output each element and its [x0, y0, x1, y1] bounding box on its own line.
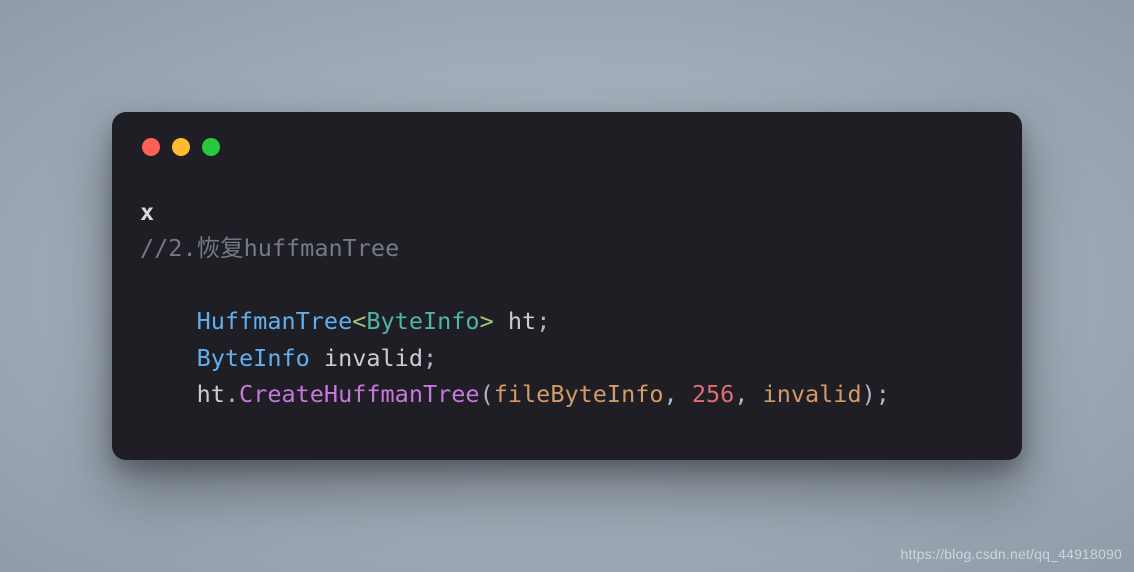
code-text: x — [140, 198, 154, 226]
argument: invalid — [763, 380, 862, 408]
paren-close: ) — [862, 380, 876, 408]
code-indent — [140, 307, 197, 335]
paren-open: ( — [480, 380, 494, 408]
maximize-icon[interactable] — [202, 138, 220, 156]
watermark-text: https://blog.csdn.net/qq_44918090 — [901, 546, 1122, 562]
semicolon: ; — [876, 380, 890, 408]
identifier: invalid — [310, 344, 423, 372]
method-name: CreateHuffmanTree — [239, 380, 480, 408]
comma: , — [664, 380, 692, 408]
identifier: ht — [494, 307, 536, 335]
dot: . — [225, 380, 239, 408]
type-name: ByteInfo — [197, 344, 310, 372]
angle-open: < — [352, 307, 366, 335]
window-controls — [142, 138, 994, 156]
code-card: x //2.恢复huffmanTree HuffmanTree<ByteInfo… — [112, 112, 1022, 460]
semicolon: ; — [423, 344, 437, 372]
identifier: ht — [197, 380, 225, 408]
code-block: x //2.恢复huffmanTree HuffmanTree<ByteInfo… — [140, 194, 994, 413]
code-indent — [140, 344, 197, 372]
code-comment: //2.恢复huffmanTree — [140, 234, 399, 262]
semicolon: ; — [536, 307, 550, 335]
comma: , — [734, 380, 762, 408]
number-literal: 256 — [692, 380, 734, 408]
argument: fileByteInfo — [494, 380, 664, 408]
generic-type: ByteInfo — [366, 307, 479, 335]
code-indent — [140, 380, 197, 408]
minimize-icon[interactable] — [172, 138, 190, 156]
type-name: HuffmanTree — [197, 307, 353, 335]
angle-close: > — [480, 307, 494, 335]
close-icon[interactable] — [142, 138, 160, 156]
